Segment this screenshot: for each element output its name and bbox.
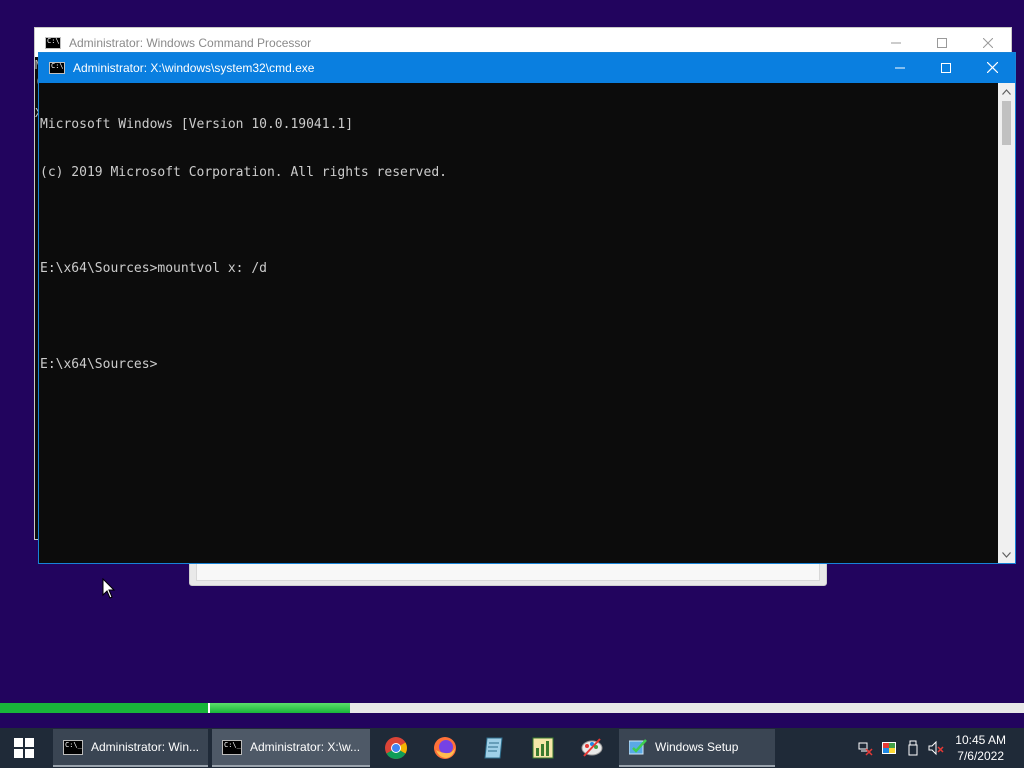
console-output[interactable]: Microsoft Windows [Version 10.0.19041.1]… [39,83,998,563]
notepad-icon[interactable] [482,736,506,760]
taskbar-item-label: Windows Setup [655,740,739,754]
usb-icon[interactable] [905,740,921,756]
chart-icon[interactable] [531,736,555,760]
chevron-up-icon [1002,88,1011,95]
color-icon[interactable] [881,740,897,756]
vertical-scrollbar[interactable] [998,83,1015,563]
minimize-icon [891,42,901,43]
start-button[interactable] [0,728,48,768]
cmd-app-icon [45,36,61,49]
system-clock[interactable]: 10:45 AM 7/6/2022 [955,732,1006,764]
maximize-icon [941,62,951,73]
scroll-up-button[interactable] [998,83,1015,100]
cmd-icon [222,739,242,755]
scrollbar-thumb[interactable] [1002,101,1011,145]
clock-time: 10:45 AM [955,733,1006,747]
cmd-window-title: Administrator: X:\windows\system32\cmd.e… [73,61,315,75]
cmd-app-icon [49,62,65,74]
minimize-button[interactable] [877,53,923,82]
close-button[interactable] [969,53,1015,82]
taskbar-item-active-cmd[interactable]: Administrator: X:\w... [212,729,370,767]
network-icon[interactable] [857,740,873,756]
cmd-window-titlebar[interactable]: Administrator: X:\windows\system32\cmd.e… [39,53,1015,83]
volume-muted-icon[interactable] [928,740,944,756]
scroll-down-button[interactable] [998,546,1015,563]
console-line: E:\x64\Sources>mountvol x: /d [40,261,267,276]
taskbar: Administrator: Win... Administrator: X:\… [0,728,1024,768]
taskbar-item-label: Administrator: X:\w... [250,740,361,754]
taskbar-item-label: Administrator: Win... [91,740,200,754]
progress-segment-collecting [0,703,210,713]
setup-icon [629,739,647,755]
mouse-cursor-icon [102,578,116,599]
background-window-title: Administrator: Windows Command Processor [69,35,312,50]
maximize-icon [937,37,947,48]
cmd-icon [63,739,83,755]
console-line: (c) 2019 Microsoft Corporation. All righ… [40,165,447,180]
close-icon [983,37,993,48]
taskbar-item-background-cmd[interactable]: Administrator: Win... [53,729,208,767]
progress-segment-installing [210,703,350,713]
setup-progress-bar [0,703,1024,713]
console-prompt-line[interactable]: E:\x64\Sources> [40,357,998,373]
close-icon [986,62,998,73]
windows-logo-icon [14,738,34,758]
minimize-icon [895,67,905,68]
chrome-icon[interactable] [384,736,408,760]
maximize-button[interactable] [923,53,969,82]
setup-dialog-panel [196,563,820,581]
paint-icon[interactable] [580,736,604,760]
taskbar-item-windows-setup[interactable]: Windows Setup [619,729,775,767]
cmd-window[interactable]: Administrator: X:\windows\system32\cmd.e… [38,52,1016,564]
firefox-icon[interactable] [433,736,457,760]
clock-date: 7/6/2022 [957,749,1004,763]
console-line: Microsoft Windows [Version 10.0.19041.1] [40,117,354,132]
chevron-down-icon [1002,551,1011,558]
